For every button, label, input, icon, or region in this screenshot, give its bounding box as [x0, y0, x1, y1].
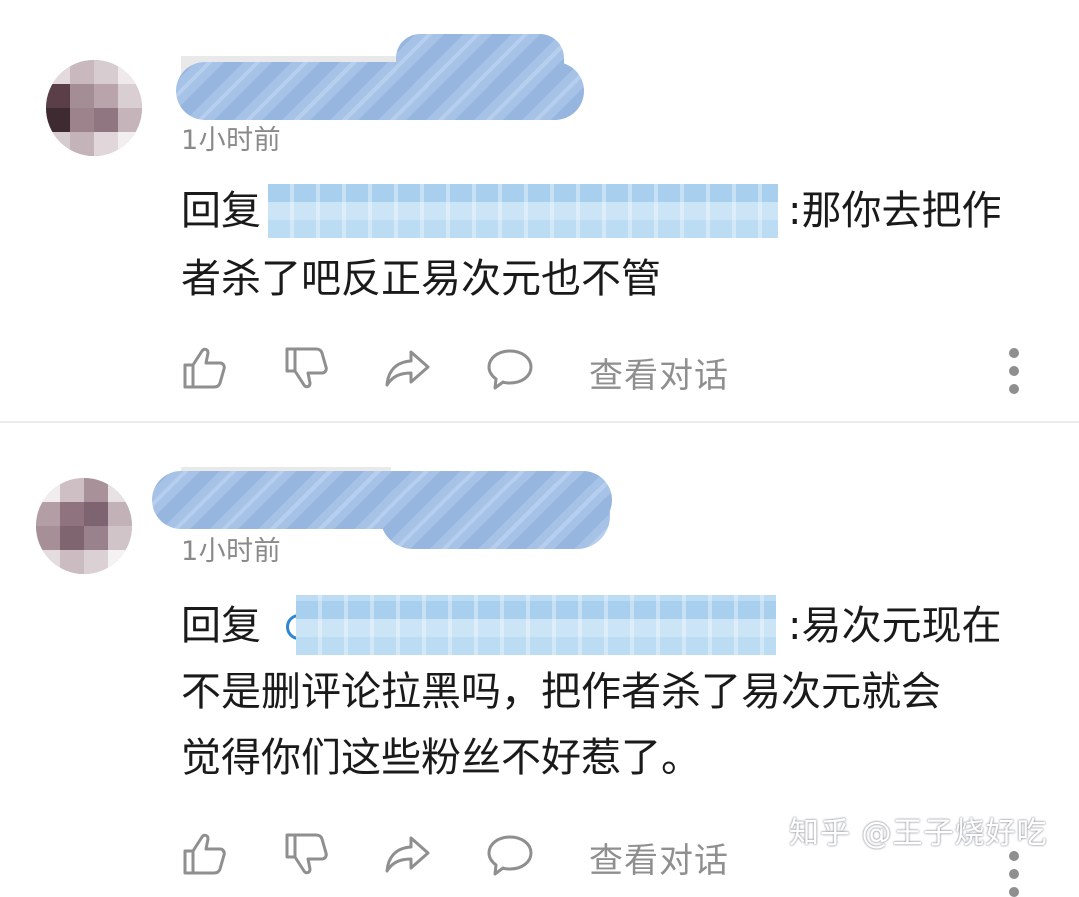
- reply-prefix: 回复: [181, 603, 261, 649]
- comment-time: 1小时前: [181, 125, 282, 156]
- comment-item: 1小时前 回复 :易次元现在 不是删评论拉黑吗，把作者杀了易次元就会 觉得你们这…: [0, 423, 1079, 897]
- mention-redacted[interactable]: [296, 595, 776, 655]
- thumbs-down-icon[interactable]: [282, 343, 332, 393]
- mention-redacted[interactable]: [268, 184, 778, 238]
- comment-time: 1小时前: [181, 536, 282, 567]
- comment-item: 1小时前 回复 :那你去把作 者杀了吧反正易次元也不管 查看对话: [0, 0, 1079, 422]
- comment-text-line: 回复: [181, 595, 261, 657]
- comment-text-line: 不是删评论拉黑吗，把作者杀了易次元就会: [181, 669, 941, 715]
- speech-bubble-icon[interactable]: [485, 344, 535, 394]
- thumbs-down-icon[interactable]: [282, 829, 332, 879]
- comment-text-line: 者杀了吧反正易次元也不管: [181, 256, 661, 302]
- username-redacted-tail: [396, 34, 564, 86]
- username-redacted-tail: [380, 483, 610, 549]
- reply-prefix: 回复: [181, 188, 261, 234]
- speech-bubble-icon[interactable]: [485, 830, 535, 880]
- avatar[interactable]: [46, 60, 142, 156]
- share-arrow-icon[interactable]: [383, 344, 433, 394]
- more-vertical-icon[interactable]: [1007, 851, 1021, 897]
- thumbs-up-icon[interactable]: [180, 829, 230, 879]
- watermark: 知乎 @王子烧好吃: [789, 816, 1048, 851]
- avatar[interactable]: [36, 478, 132, 574]
- comment-text-line: :那你去把作: [788, 188, 1002, 234]
- view-conversation-link[interactable]: 查看对话: [589, 348, 729, 397]
- comment-actions: 查看对话: [0, 340, 1079, 400]
- comment-text-line: 回复: [181, 180, 261, 242]
- thumbs-up-icon[interactable]: [180, 343, 230, 393]
- comment-text-line: :易次元现在: [788, 603, 1002, 649]
- more-vertical-icon[interactable]: [1007, 348, 1021, 394]
- view-conversation-link[interactable]: 查看对话: [589, 833, 729, 882]
- comment-text-line: 觉得你们这些粉丝不好惹了。: [181, 735, 701, 781]
- share-arrow-icon[interactable]: [383, 830, 433, 880]
